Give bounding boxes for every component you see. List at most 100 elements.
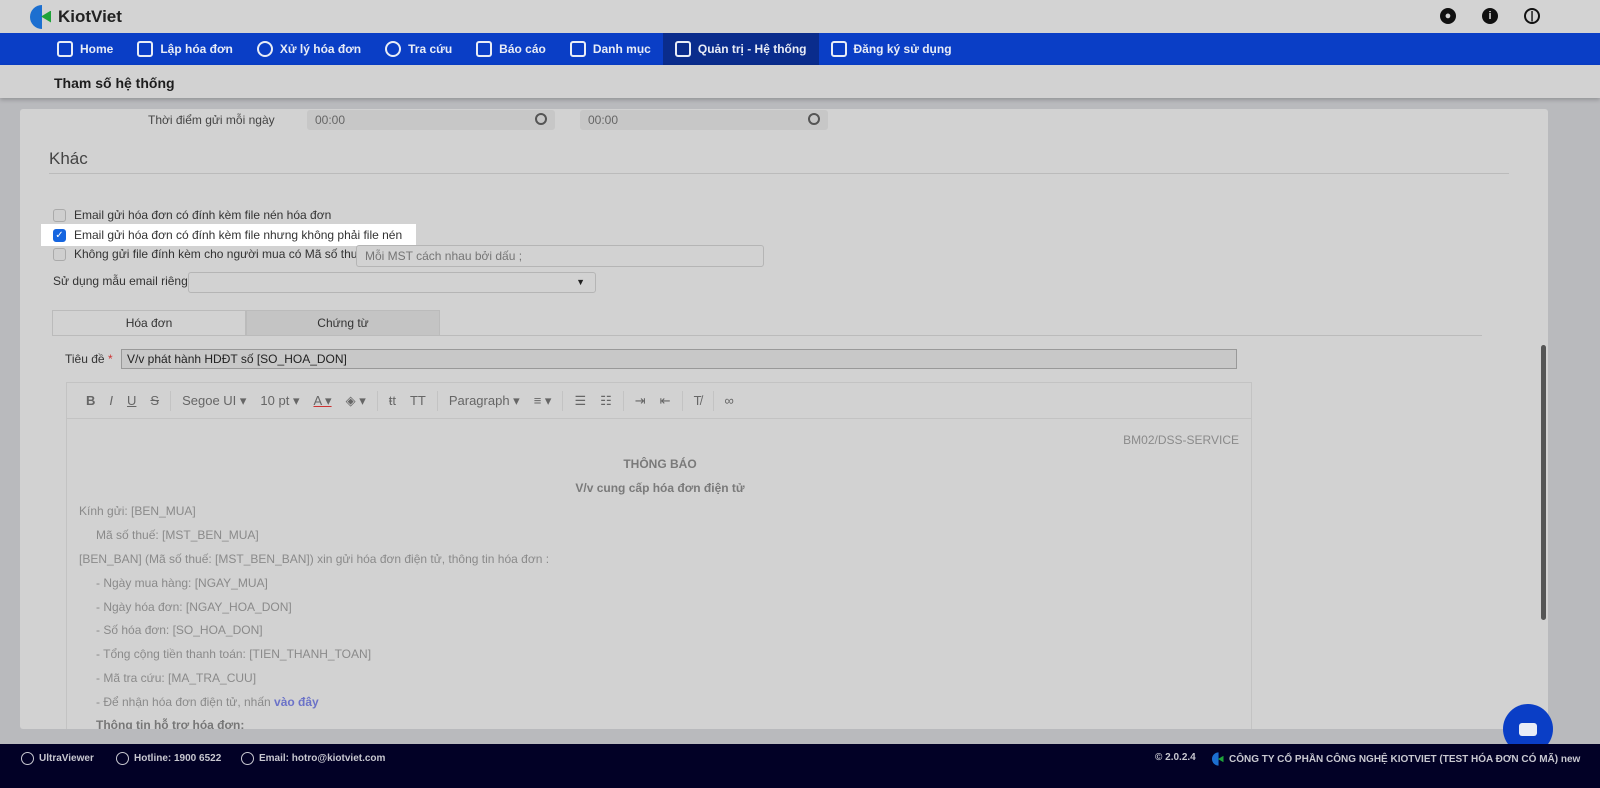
option-nonzip-attachment[interactable]: ✓ Email gửi hóa đơn có đính kèm file nhưn… [41,224,417,246]
nav-catalog[interactable]: Danh mục [558,33,663,65]
email-heading: THÔNG BÁO [623,457,697,471]
body-line: [BEN_BAN] (Mã số thuế: [MST_BEN_BAN]) xi… [79,552,550,566]
form-code: BM02/DSS-SERVICE [1123,433,1239,447]
highlight-color-icon[interactable]: ◈ ▾ [339,393,373,409]
font-family-select[interactable]: Segoe UI ▾ [175,393,253,409]
time-input-1[interactable]: 00:00 [307,110,555,130]
company-name: CÔNG TY CỔ PHẦN CÔNG NGHỆ KIOTVIET (TEST… [1211,752,1580,766]
editor-toolbar: B I U S Segoe UI ▾ 10 pt ▾ A ▾ ◈ ▾ ŧt TT… [67,383,1251,419]
admin-icon [674,41,691,57]
home-icon [57,41,73,57]
tab-bar: Hóa đơn Chứng từ [52,310,1482,336]
kiotviet-logo-icon [30,4,52,29]
logo[interactable]: KiotViet [30,4,122,29]
body-line: - Để nhận hóa đơn điện tử, nhấn vào đây [96,695,319,709]
power-icon[interactable]: | [1524,8,1540,24]
option-no-attachment-for-mst[interactable]: Không gửi file đính kèm cho người mua có… [53,247,364,261]
divider [49,173,1509,174]
hotline: Hotline: 1900 6522 [116,752,221,765]
body-line: - Ngày mua hàng: [NGAY_MUA] [96,576,268,590]
body-line: - Ngày hóa đơn: [NGAY_HOA_DON] [96,600,292,614]
footer: UltraViewer Hotline: 1900 6522 Email: ho… [0,744,1600,788]
tab-invoice[interactable]: Hóa đơn [52,310,246,336]
checkbox[interactable] [53,247,66,261]
divider [712,390,714,411]
body-line: Kính gửi: [BEN_MUA] [79,504,196,518]
page-title: Tham số hệ thống [54,75,175,91]
text-color-icon[interactable]: A ▾ [306,393,338,409]
strikethrough-icon[interactable]: S [143,393,166,408]
nav-process-invoice[interactable]: Xử lý hóa đơn [245,33,373,65]
link-icon[interactable]: ∞ [718,393,741,408]
checkbox-checked[interactable]: ✓ [53,228,66,242]
time-input-2[interactable]: 00:00 [580,110,828,130]
mail-icon [241,752,254,765]
register-icon [830,41,847,57]
block-format-select[interactable]: Paragraph ▾ [442,393,527,409]
scrollbar[interactable] [1541,345,1546,620]
support-email[interactable]: Email: hotro@kiotviet.com [241,752,385,765]
subscript-icon[interactable]: ŧt [382,393,403,408]
info-icon[interactable]: i [1482,8,1498,24]
body-line: Mã số thuế: [MST_BEN_MUA] [96,528,259,542]
divider [376,390,378,411]
divider [170,390,172,411]
email-subheading: V/v cung cấp hóa đơn điện tử [575,481,745,495]
body-line: - Tổng cộng tiền thanh toán: [TIEN_THANH… [96,647,372,661]
chat-icon [1519,723,1537,736]
rich-text-editor[interactable]: B I U S Segoe UI ▾ 10 pt ▾ A ▾ ◈ ▾ ŧt TT… [66,382,1252,729]
schedule-label: Thời điểm gửi mỗi ngày [148,113,275,127]
text-size-icon[interactable]: TT [403,393,433,408]
main-nav: Home Lập hóa đơn Xử lý hóa đơn Tra cứu B… [0,33,1600,65]
checkbox[interactable] [53,208,66,222]
nav-register[interactable]: Đăng ký sử dụng [819,33,964,65]
body-line: - Số hóa đơn: [SO_HOA_DON] [96,623,263,637]
process-invoice-icon [256,41,273,57]
bullet-list-icon[interactable]: ☷ [593,393,619,409]
divider [681,390,683,411]
version: © 2.0.2.4 [1155,752,1196,763]
report-icon [476,41,493,57]
nav-lookup[interactable]: Tra cứu [373,33,464,65]
bold-icon[interactable]: B [79,393,102,408]
subject-label: Tiêu đề * [65,352,113,366]
numbered-list-icon[interactable]: ☰ [567,393,593,409]
align-icon[interactable]: ≡ ▾ [527,393,559,409]
italic-icon[interactable]: I [102,393,120,408]
divider [622,390,624,411]
clock-icon [808,113,820,125]
settings-card: Thời điểm gửi mỗi ngày 00:00 00:00 Khác … [20,109,1548,729]
nav-create-invoice[interactable]: Lập hóa đơn [125,33,245,65]
support-heading: Thông tin hỗ trợ hóa đơn: [96,718,245,729]
outdent-icon[interactable]: ⇤ [653,393,678,409]
search-icon [385,41,402,57]
mst-list-input[interactable] [356,245,764,267]
top-bar: KiotViet ● i | [0,0,1600,33]
nav-home[interactable]: Home [45,33,125,65]
clock-icon [535,113,547,125]
create-invoice-icon [137,41,154,57]
option-zip-attachment[interactable]: Email gửi hóa đơn có đính kèm file nén h… [53,208,331,222]
clear-format-icon[interactable]: T̸ [687,393,709,408]
page-header: Tham số hệ thống [0,65,1600,98]
divider [436,390,438,411]
kiotviet-logo-icon [1211,752,1224,766]
ultraviewer-link[interactable]: UltraViewer [21,752,94,765]
tab-document[interactable]: Chứng từ [246,310,440,336]
nav-reports[interactable]: Báo cáo [464,33,558,65]
subject-input[interactable]: V/v phát hành HDĐT số [SO_HOA_DON] [121,349,1237,369]
indent-icon[interactable]: ⇥ [628,393,653,409]
nav-admin-system[interactable]: Quản trị - Hệ thống [662,33,819,65]
user-icon[interactable]: ● [1440,8,1456,24]
divider [562,390,564,411]
email-template-select[interactable]: ▼ [188,272,596,293]
underline-icon[interactable]: U [120,393,143,408]
ultraviewer-icon [21,752,34,765]
phone-icon [116,752,129,765]
section-title-other: Khác [49,149,88,168]
link-here[interactable]: vào đây [274,695,319,709]
body-line: - Mã tra cứu: [MA_TRA_CUU] [96,671,257,685]
caret-down-icon: ▼ [576,277,585,287]
grid-icon [569,41,586,57]
font-size-select[interactable]: 10 pt ▾ [253,393,306,409]
